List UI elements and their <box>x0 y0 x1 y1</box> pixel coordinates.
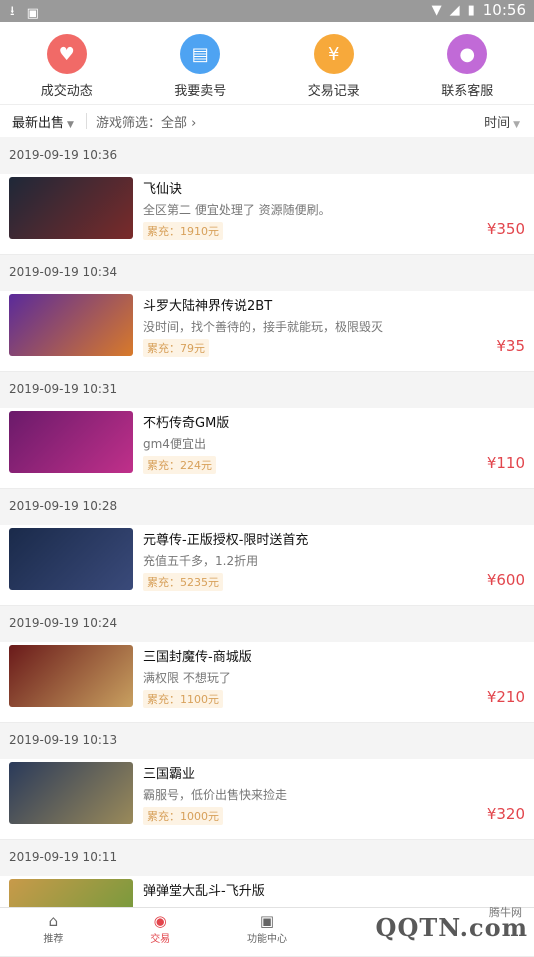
listing-group: 2019-09-19 10:36飞仙诀全区第二 便宜处理了 资源随便刷。累充：1… <box>0 137 534 254</box>
game-thumbnail <box>9 645 133 707</box>
image-icon: ▣ <box>27 6 39 21</box>
listing-date: 2019-09-19 10:31 <box>0 371 534 408</box>
quick-nav-label: 交易记录 <box>267 80 401 99</box>
listing-card[interactable]: 斗罗大陆神界传说2BT 没时间，找个善待的，接手就能玩，极限毁灭累充：79元 ¥35 <box>0 291 534 372</box>
trade-icon: ◉ <box>107 912 214 930</box>
tab-item[interactable]: ⌂ 推荐 <box>0 908 107 949</box>
game-name: 元尊传-正版授权-限时送首充 <box>143 529 308 548</box>
shop-icon: ▤ <box>180 34 220 74</box>
listing-description: 没时间，找个善待的，接手就能玩，极限毁灭 <box>143 318 383 335</box>
tab-label: 功能中心 <box>247 934 287 945</box>
tab-item[interactable]: ▣ 功能中心 <box>214 908 321 949</box>
listing-price: ¥320 <box>487 805 525 823</box>
listing-card[interactable]: 三国封魔传-商城版满权限 不想玩了累充：1100元 ¥210 <box>0 642 534 723</box>
home-icon: ⌂ <box>0 912 107 930</box>
game-name: 三国霸业 <box>143 763 195 782</box>
game-thumbnail <box>9 528 133 590</box>
game-name: 弹弹堂大乱斗-飞升版 <box>143 880 265 899</box>
tab-item[interactable]: ◉ 交易 <box>107 908 214 949</box>
battery-icon: ▮ <box>468 3 475 18</box>
game-thumbnail <box>9 762 133 824</box>
treasure-icon: ▣ <box>214 912 321 930</box>
game-name: 飞仙诀 <box>143 178 182 197</box>
quick-nav-label: 联系客服 <box>401 80 534 99</box>
recharge-badge: 累充：1100元 <box>143 690 223 708</box>
listing-date: 2019-09-19 10:36 <box>0 137 534 174</box>
wifi-icon: ▼ <box>432 3 442 18</box>
recharge-badge: 累充：79元 <box>143 339 209 357</box>
listing-list[interactable]: 2019-09-19 10:36飞仙诀全区第二 便宜处理了 资源随便刷。累充：1… <box>0 137 534 956</box>
filter-bar: 最新出售▼ 游戏筛选：全部 › 时间▼ <box>0 104 534 138</box>
listing-group: 2019-09-19 10:34 斗罗大陆神界传说2BT 没时间，找个善待的，接手就… <box>0 254 534 371</box>
game-name: 三国封魔传-商城版 <box>143 646 252 665</box>
watermark: QQTN.com <box>376 913 528 942</box>
game-thumbnail <box>9 294 133 356</box>
quick-nav-label: 我要卖号 <box>134 80 268 99</box>
listing-group: 2019-09-19 10:28元尊传-正版授权-限时送首充充值五千多，1.2折… <box>0 488 534 605</box>
sort-label: 最新出售 <box>12 116 64 131</box>
listing-price: ¥350 <box>487 220 525 238</box>
game-name: 不朽传奇GM版 <box>143 412 229 431</box>
time-sort[interactable]: 时间▼ <box>484 112 520 131</box>
service-icon: ● <box>447 34 487 74</box>
recharge-badge: 累充：1000元 <box>143 807 223 825</box>
listing-description: 满权限 不想玩了 <box>143 669 231 686</box>
listing-price: ¥600 <box>487 571 525 589</box>
sort-dropdown[interactable]: 最新出售▼ <box>12 112 74 131</box>
quick-nav: ♥ 成交动态 ▤ 我要卖号 ¥ 交易记录 ● 联系客服 <box>0 22 534 104</box>
listing-description: 霸服号，低价出售快来捡走 <box>143 786 287 803</box>
listing-date: 2019-09-19 10:13 <box>0 722 534 759</box>
caret-down-icon: ▼ <box>513 120 520 130</box>
wallet-icon: ¥ <box>314 34 354 74</box>
listing-group: 2019-09-19 10:24三国封魔传-商城版满权限 不想玩了累充：1100… <box>0 605 534 722</box>
listing-date: 2019-09-19 10:28 <box>0 488 534 525</box>
quick-nav-item[interactable]: ▤ 我要卖号 <box>134 22 268 104</box>
caret-down-icon: ▼ <box>67 120 74 130</box>
quick-nav-item[interactable]: ● 联系客服 <box>401 22 534 104</box>
listing-price: ¥35 <box>496 337 525 355</box>
quick-nav-item[interactable]: ♥ 成交动态 <box>0 22 134 104</box>
listing-price: ¥210 <box>487 688 525 706</box>
quick-nav-item[interactable]: ¥ 交易记录 <box>267 22 401 104</box>
listing-price: ¥110 <box>487 454 525 472</box>
status-bar: ⭳ ▣ ▼ ◢ ▮ 10:56 <box>0 0 534 22</box>
listing-group: 2019-09-19 10:13三国霸业霸服号，低价出售快来捡走累充：1000元… <box>0 722 534 839</box>
listing-date: 2019-09-19 10:11 <box>0 839 534 876</box>
signal-icon: ◢ <box>450 3 460 18</box>
game-thumbnail <box>9 411 133 473</box>
recharge-badge: 累充：224元 <box>143 456 216 474</box>
game-thumbnail <box>9 177 133 239</box>
tab-label: 推荐 <box>43 934 63 945</box>
time-sort-label: 时间 <box>484 116 510 131</box>
handshake-icon: ♥ <box>47 34 87 74</box>
listing-date: 2019-09-19 10:34 <box>0 254 534 291</box>
status-time: 10:56 <box>483 1 526 19</box>
listing-date: 2019-09-19 10:24 <box>0 605 534 642</box>
chevron-right-icon: › <box>187 116 196 131</box>
listing-card[interactable]: 元尊传-正版授权-限时送首充充值五千多，1.2折用累充：5235元 ¥600 <box>0 525 534 606</box>
recharge-badge: 累充：1910元 <box>143 222 223 240</box>
divider <box>86 113 87 129</box>
listing-description: 充值五千多，1.2折用 <box>143 552 258 569</box>
game-name: 斗罗大陆神界传说2BT <box>143 295 272 314</box>
game-filter[interactable]: 游戏筛选：全部 › <box>96 112 196 131</box>
quick-nav-label: 成交动态 <box>0 80 134 99</box>
tab-label: 交易 <box>150 934 170 945</box>
recharge-badge: 累充：5235元 <box>143 573 223 591</box>
listing-card[interactable]: 三国霸业霸服号，低价出售快来捡走累充：1000元 ¥320 <box>0 759 534 840</box>
download-icon: ⭳ <box>10 2 15 24</box>
listing-card[interactable]: 飞仙诀全区第二 便宜处理了 资源随便刷。累充：1910元 ¥350 <box>0 174 534 255</box>
listing-group: 2019-09-19 10:31 不朽传奇GM版 gm4便宜出累充：224元 ¥110 <box>0 371 534 488</box>
listing-card[interactable]: 不朽传奇GM版 gm4便宜出累充：224元 ¥110 <box>0 408 534 489</box>
game-filter-label: 游戏筛选：全部 <box>96 116 187 131</box>
listing-description: 全区第二 便宜处理了 资源随便刷。 <box>143 201 331 218</box>
listing-description: gm4便宜出 <box>143 435 206 452</box>
